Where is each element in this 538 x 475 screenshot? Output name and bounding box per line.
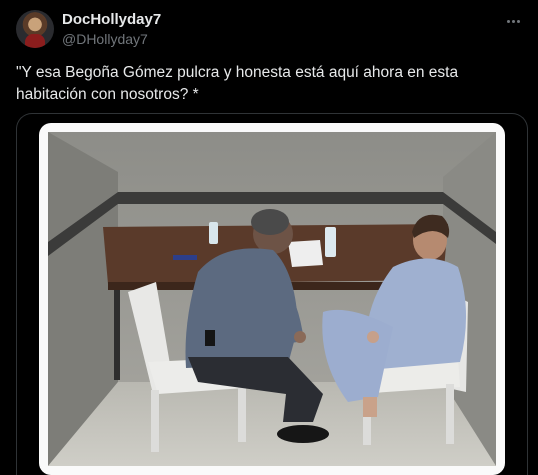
author-avatar[interactable] [16, 10, 54, 48]
author-handle[interactable]: @DHollyday7 [62, 30, 161, 48]
author-name-block[interactable]: DocHollyday7 @DHollyday7 [62, 11, 161, 48]
interrogation-room-image [48, 132, 496, 466]
post-text: "Y esa Begoña Gómez pulcra y honesta est… [16, 64, 459, 103]
post-media-frame[interactable] [16, 113, 528, 475]
author-display-name[interactable]: DocHollyday7 [62, 11, 161, 29]
post-header: DocHollyday7 @DHollyday7 [16, 10, 526, 50]
more-options-icon[interactable] [502, 12, 524, 30]
post-photo[interactable] [39, 123, 505, 475]
